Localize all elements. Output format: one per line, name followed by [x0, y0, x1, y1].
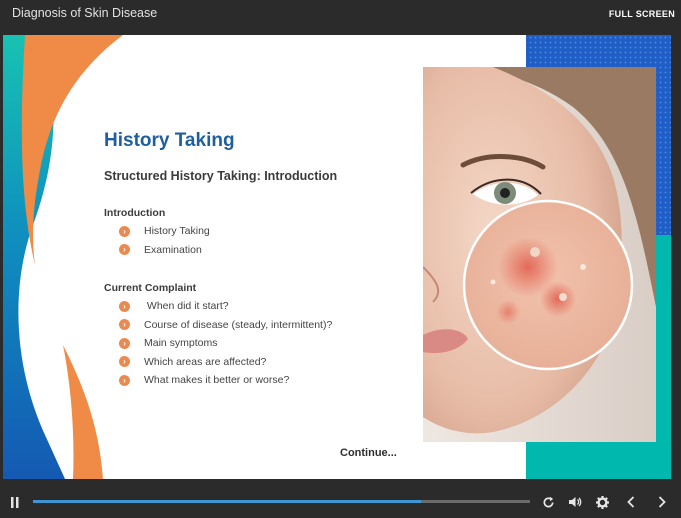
continue-button[interactable]: Continue...	[340, 447, 397, 459]
list-item: › Course of disease (steady, intermittent…	[119, 316, 332, 335]
pause-button[interactable]	[5, 486, 25, 518]
chevron-right-icon: ›	[119, 337, 130, 349]
list-item: › Main symptoms	[119, 334, 332, 353]
slide-heading: History Taking	[104, 130, 235, 151]
list-item: › Which areas are affected?	[119, 353, 332, 372]
chevron-right-icon: ›	[119, 244, 130, 256]
player-controls	[0, 486, 681, 518]
volume-icon	[569, 497, 582, 507]
chevron-right-icon: ›	[119, 356, 130, 368]
list-item: › History Taking	[119, 222, 210, 241]
replay-icon	[543, 496, 554, 507]
pause-icon	[11, 496, 19, 508]
settings-icon	[595, 495, 609, 509]
current-complaint-list: › When did it start? › Course of disease …	[119, 297, 332, 390]
list-item: › When did it start?	[119, 297, 332, 316]
fullscreen-button[interactable]: FULL SCREEN	[609, 9, 675, 19]
section-label-introduction: Introduction	[104, 207, 166, 219]
list-item: › What makes it better or worse?	[119, 371, 332, 390]
section-label-current-complaint: Current Complaint	[104, 282, 197, 294]
list-item: › Examination	[119, 241, 210, 260]
slide-subheading: Structured History Taking: Introduction	[104, 169, 338, 183]
slide: History Taking Structured History Taking…	[3, 35, 671, 479]
face-photo	[423, 67, 656, 442]
chevron-right-icon: ›	[119, 319, 130, 331]
chevron-left-icon	[627, 496, 635, 508]
next-button[interactable]	[652, 486, 672, 518]
progress-bar[interactable]	[33, 500, 530, 503]
title-bar: Diagnosis of Skin Disease FULL SCREEN	[0, 0, 681, 34]
settings-button[interactable]	[592, 486, 612, 518]
orange-wave-bottom-shape	[63, 345, 103, 479]
chevron-right-icon: ›	[119, 374, 130, 386]
previous-button[interactable]	[621, 486, 641, 518]
introduction-list: › History Taking › Examination	[119, 222, 210, 259]
chevron-right-icon: ›	[119, 225, 130, 237]
chevron-right-icon	[658, 496, 666, 508]
chevron-right-icon: ›	[119, 300, 130, 312]
course-title: Diagnosis of Skin Disease	[12, 6, 158, 20]
replay-button[interactable]	[538, 486, 558, 518]
progress-fill	[33, 500, 421, 503]
volume-button[interactable]	[565, 486, 585, 518]
